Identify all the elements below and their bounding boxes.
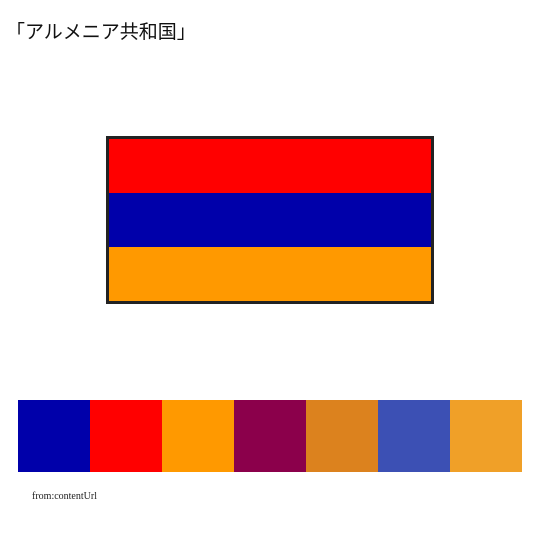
color-swatch-4 (234, 400, 306, 472)
color-swatch-2 (90, 400, 162, 472)
flag-stripe-blue (109, 193, 431, 247)
color-swatch-5 (306, 400, 378, 472)
color-swatch-3 (162, 400, 234, 472)
color-swatch-6 (378, 400, 450, 472)
flag-stripe-red (109, 139, 431, 193)
source-label: from:contentUrl (32, 491, 97, 502)
color-palette (18, 400, 522, 472)
flag-stripe-orange (109, 247, 431, 301)
color-swatch-1 (18, 400, 90, 472)
armenia-flag (106, 136, 434, 304)
page-title: 「アルメニア共和国」 (6, 21, 196, 43)
color-swatch-7 (450, 400, 522, 472)
